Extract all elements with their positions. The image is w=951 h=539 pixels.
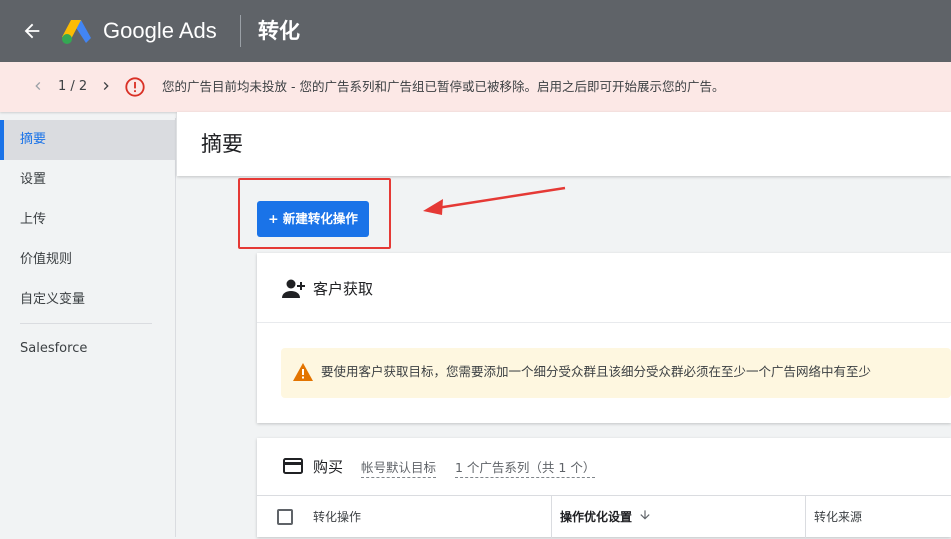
column-header-conversion-action[interactable]: 转化操作 <box>305 496 551 538</box>
select-all-checkbox[interactable] <box>277 509 293 525</box>
sidebar-divider <box>20 323 152 324</box>
credit-card-icon <box>283 458 303 474</box>
summary-title: 摘要 <box>201 132 243 156</box>
table-header: 转化操作 操作优化设置 转化来源 <box>257 495 951 538</box>
person-add-icon <box>282 278 306 300</box>
alert-counter: 1 / 2 <box>58 79 88 94</box>
column-label: 操作优化设置 <box>560 510 633 524</box>
arrow-down-icon <box>638 497 652 539</box>
brand-name[interactable]: Google Ads <box>103 17 217 45</box>
warning-notice: 要使用客户获取目标，您需要添加一个细分受众群且该细分受众群必须在至少一个广告网络… <box>281 348 951 398</box>
alert-banner: 1 / 2 您的广告目前均未投放 - 您的广告系列和广告组已暂停或已被移除。启用… <box>0 62 951 112</box>
alert-message: 您的广告目前均未投放 - 您的广告系列和广告组已暂停或已被移除。启用之后即可开始… <box>162 79 725 94</box>
new-conversion-action-button[interactable]: + 新建转化操作 <box>257 201 369 237</box>
purchase-card: 购买 帐号默认目标 1 个广告系列（共 1 个） 转化操作 操作优化设置 转化来… <box>257 438 951 538</box>
card-divider <box>257 322 951 323</box>
sidebar-item-custom-variables[interactable]: 自定义变量 <box>0 280 176 320</box>
column-header-optimization[interactable]: 操作优化设置 <box>551 496 805 538</box>
warning-icon <box>293 363 313 381</box>
column-header-source[interactable]: 转化来源 <box>805 496 951 538</box>
sidebar-item-summary[interactable]: 摘要 <box>0 120 176 160</box>
google-ads-logo-icon[interactable] <box>60 17 92 45</box>
customer-acquisition-card: 客户获取 要使用客户获取目标，您需要添加一个细分受众群且该细分受众群必须在至少一… <box>257 253 951 423</box>
error-icon <box>124 76 146 98</box>
column-label: 转化操作 <box>313 510 362 524</box>
campaigns-count-link[interactable]: 1 个广告系列（共 1 个） <box>455 459 596 478</box>
column-label: 转化来源 <box>814 510 863 524</box>
chevron-right-icon[interactable] <box>96 76 116 96</box>
purchase-title: 购买 <box>313 458 344 476</box>
annotation-arrow-icon <box>423 186 566 215</box>
sidebar-item-upload[interactable]: 上传 <box>0 200 176 240</box>
sidebar-item-salesforce[interactable]: Salesforce <box>0 329 176 369</box>
sidebar-item-value-rules[interactable]: 价值规则 <box>0 240 176 280</box>
warning-text: 要使用客户获取目标，您需要添加一个细分受众群且该细分受众群必须在至少一个广告网络… <box>321 364 872 379</box>
page-title: 转化 <box>258 19 300 43</box>
sidebar-item-settings[interactable]: 设置 <box>0 160 176 200</box>
top-app-bar: Google Ads 转化 <box>0 0 951 62</box>
customer-acquisition-title: 客户获取 <box>313 280 374 298</box>
summary-header: 摘要 <box>177 112 951 176</box>
sidebar-nav: 摘要 设置 上传 价值规则 自定义变量 Salesforce <box>0 118 176 537</box>
back-arrow-icon[interactable] <box>18 17 46 45</box>
chevron-left-icon[interactable] <box>28 76 48 96</box>
header-divider <box>240 15 241 47</box>
account-default-goal-link[interactable]: 帐号默认目标 <box>361 459 437 478</box>
